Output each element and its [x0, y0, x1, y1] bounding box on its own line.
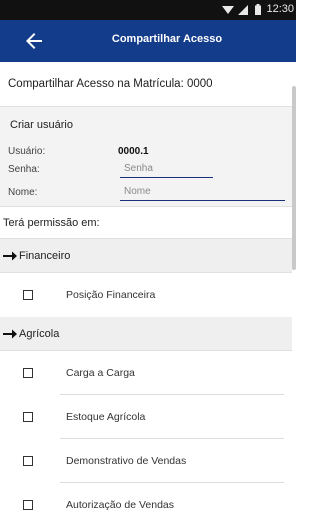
section-title: Agrícola	[19, 327, 60, 340]
list-item[interactable]: Carga a Carga	[0, 351, 292, 395]
list-item[interactable]: Posição Financeira	[0, 273, 292, 317]
checkbox-unchecked-icon[interactable]	[23, 500, 33, 510]
signal-icon	[238, 5, 248, 15]
password-field[interactable]	[120, 160, 213, 178]
wifi-icon	[222, 6, 234, 14]
name-field[interactable]	[120, 183, 285, 201]
battery-icon	[255, 4, 261, 15]
scrollbar[interactable]	[292, 86, 296, 270]
permissions-heading: Terá permissão em:	[0, 207, 292, 239]
app-bar: Compartilhar Acesso	[0, 20, 296, 62]
checkbox-unchecked-icon[interactable]	[23, 456, 33, 466]
item-label: Carga a Carga	[66, 367, 135, 379]
matricula-heading: Compartilhar Acesso na Matrícula: 0000	[0, 62, 292, 107]
list-item[interactable]: Demonstrativo de Vendas	[0, 439, 292, 483]
status-bar: 12:30	[0, 0, 296, 20]
arrow-right-icon	[3, 329, 17, 338]
checkbox-unchecked-icon[interactable]	[23, 368, 33, 378]
arrow-right-icon	[3, 251, 17, 260]
user-value: 0000.1	[118, 146, 149, 157]
content[interactable]: Compartilhar Acesso na Matrícula: 0000 C…	[0, 62, 292, 525]
item-label: Autorização de Vendas	[66, 499, 174, 511]
page-title: Compartilhar Acesso	[111, 33, 223, 45]
item-label: Demonstrativo de Vendas	[66, 455, 187, 467]
checkbox-unchecked-icon[interactable]	[23, 290, 33, 300]
status-time: 12:30	[266, 3, 294, 15]
section-agricola: Agrícola	[0, 317, 292, 351]
item-label: Posição Financeira	[66, 289, 156, 301]
item-label: Estoque Agrícola	[66, 411, 146, 423]
list-item[interactable]: Estoque Agrícola	[0, 395, 292, 439]
section-financeiro: Financeiro	[0, 239, 292, 273]
list-item[interactable]: Autorização de Vendas	[0, 483, 292, 525]
create-user-title: Criar usuário	[10, 119, 73, 131]
password-label: Senha:	[8, 164, 40, 175]
create-user-panel: Criar usuário Usuário: 0000.1 Senha: Nom…	[0, 107, 292, 207]
user-label: Usuário:	[8, 146, 46, 157]
checkbox-unchecked-icon[interactable]	[23, 412, 33, 422]
name-label: Nome:	[8, 187, 38, 198]
section-title: Financeiro	[19, 249, 71, 262]
